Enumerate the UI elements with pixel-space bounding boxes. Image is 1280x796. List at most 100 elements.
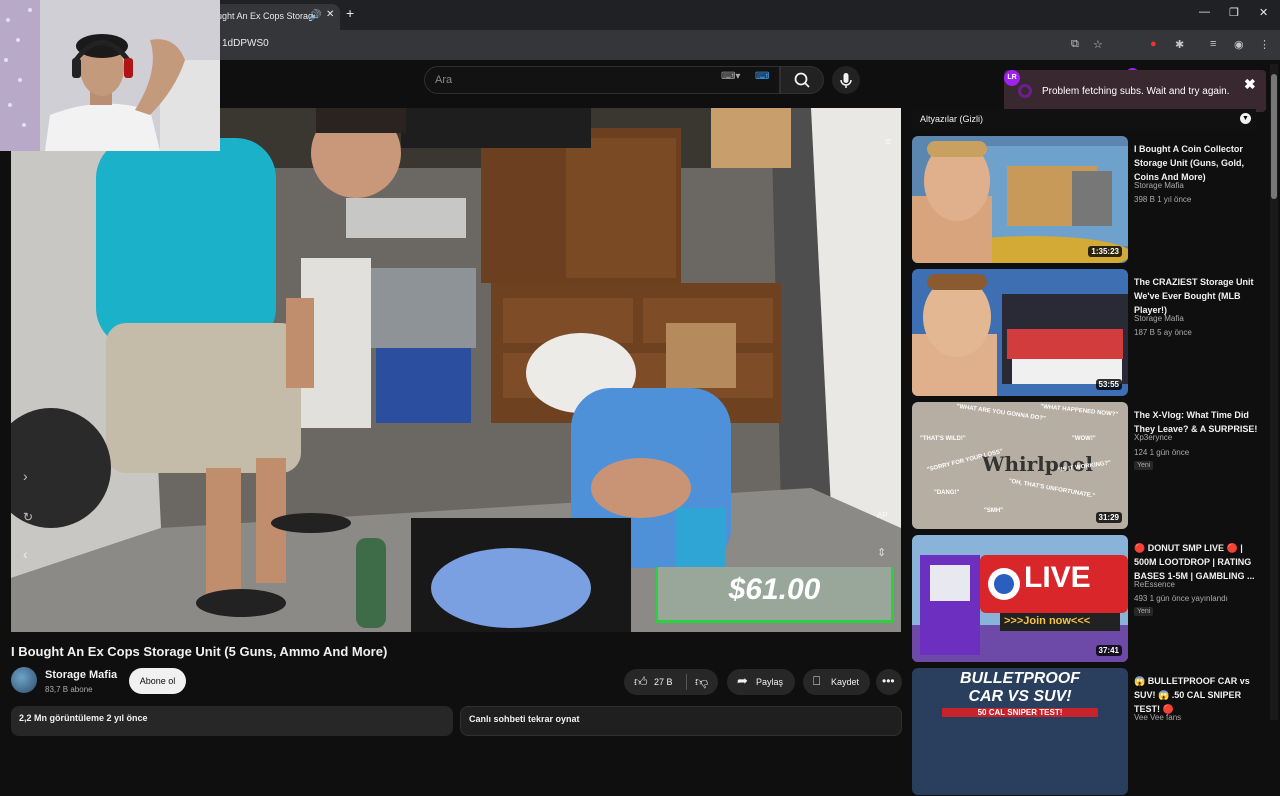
search-icon [794,72,810,88]
subscribe-button[interactable]: Abone ol [129,668,186,694]
next-chevron-icon[interactable]: › [23,468,28,484]
install-app-icon[interactable]: ⧉ [1071,38,1079,51]
subtitles-panel[interactable]: Altyazılar (Gizli) ▼ [912,109,1256,131]
thumb-quote: "WOW!" [1072,436,1096,442]
video-thumbnail[interactable]: 53:55 [912,269,1128,396]
video-player[interactable]: › ↻ ‹ AP ⇕ ≡ [11,108,901,632]
channel-avatar[interactable] [11,667,37,693]
webcam-overlay [0,0,220,151]
thumb-headline: CAR VS SUV! [968,688,1072,705]
recommendation-item[interactable]: Whirlpool "WHAT ARE YOU GONNA DO?" "WHAT… [912,402,1262,530]
watermark-text: AP [877,511,888,520]
chat-replay-label: Canlı sohbeti tekrar oynat [469,714,580,724]
more-dots-icon: ••• [882,674,895,688]
thumb-headline: BULLETPROOF [960,670,1080,687]
toast-message: Problem fetching subs. Wait and try agai… [1042,86,1230,97]
view-stats: 2,2 Mn görüntüleme 2 yıl önce [19,713,148,723]
browser-menu-icon[interactable]: ⋮ [1259,38,1270,51]
video-thumbnail[interactable]: LIVE >>>Join now<<< 37:41 [912,535,1128,662]
new-badge: Yeni [1134,607,1154,616]
browser-tab[interactable]: ught An Ex Cops Storag 🔊 ✕ [205,4,340,30]
recommendation-title[interactable]: 🔴 DONUT SMP LIVE 🔴 | 500M LOOTDROP | RAT… [1134,541,1258,583]
channel-name[interactable]: Storage Mafia [45,669,117,681]
new-tab-button[interactable]: + [346,5,354,21]
share-label: Paylaş [756,677,784,687]
toast-notification: LR Problem fetching subs. Wait and try a… [1004,70,1266,112]
description-box[interactable]: 2,2 Mn görüntüleme 2 yıl önce [11,706,453,736]
webcam-feed [0,0,220,151]
minimize-icon[interactable]: — [1199,6,1210,18]
media-control-icon[interactable]: ≡ [1210,38,1216,50]
video-frame [11,108,901,632]
recommendation-title[interactable]: The X-Vlog: What Time Did They Leave? & … [1134,408,1258,436]
replay-icon[interactable]: ↻ [23,510,33,524]
thumb-quote: "WHAT ARE YOU GONNA DO?" [956,403,1047,423]
recommendation-channel[interactable]: Xp3erynce [1134,433,1172,442]
recommendation-item[interactable]: 53:55 The CRAZIEST Storage Unit We've Ev… [912,269,1262,397]
thumb-quote: "OH, THAT'S UNFORTUNATE." [1008,478,1096,500]
subscriber-count: 83,7 B abone [45,685,93,694]
search-input[interactable]: Ara [435,74,452,86]
playlist-icon[interactable]: ≡ [885,136,891,148]
price-text: $61.00 [728,573,821,606]
bookmark-icon: ⎕ [813,674,821,688]
thumbs-down-icon[interactable]: 👎︎ [695,674,708,690]
restore-icon[interactable]: ❐ [1229,6,1239,19]
recommendation-title[interactable]: 😱 BULLETPROOF CAR vs SUV! 😱 .50 CAL SNIP… [1134,674,1258,716]
thumbs-up-icon[interactable]: 👍︎ [634,674,648,690]
voice-search-button[interactable] [832,66,860,94]
thumbnail-image [912,136,1128,263]
recommendation-title[interactable]: I Bought A Coin Collector Storage Unit (… [1134,142,1258,184]
video-thumbnail[interactable]: BULLETPROOF CAR VS SUV! 50 CAL SNIPER TE… [912,668,1128,795]
chevron-down-icon[interactable]: ▼ [1240,113,1251,124]
thumb-quote: "THAT'S WILD!" [920,436,966,442]
save-button[interactable]: ⎕ Kaydet [803,669,870,695]
video-thumbnail[interactable]: 1:35:23 [912,136,1128,263]
share-button[interactable]: ➦ Paylaş [727,669,795,695]
extensions-puzzle-icon[interactable]: ✱ [1175,38,1184,51]
recommendation-channel[interactable]: Vee Vee fans [1134,713,1181,722]
recommendation-meta: 124 1 gün önce [1134,448,1190,457]
prev-chevron-icon[interactable]: ‹ [23,546,28,562]
extension-red-icon[interactable]: ● [1150,38,1157,50]
recommendation-meta: 187 B 5 ay önce [1134,328,1192,337]
video-duration: 1:35:23 [1088,246,1122,257]
search-box[interactable]: Ara ⌨▾ ⌨ [424,66,780,94]
recommendation-title[interactable]: The CRAZIEST Storage Unit We've Ever Bou… [1134,275,1258,317]
toast-close-icon[interactable]: ✖ [1244,76,1256,93]
recommendation-meta: 398 B 1 yıl önce [1134,195,1192,204]
thumb-quote: "SMH" [984,508,1004,514]
recommendation-channel[interactable]: Storage Mafia [1134,181,1184,190]
new-badge: Yeni [1134,461,1154,470]
page-scrollbar[interactable] [1270,64,1278,720]
extension-logo: LR [1004,70,1020,86]
recommendation-item[interactable]: 1:35:23 I Bought A Coin Collector Storag… [912,136,1262,264]
recommendation-channel[interactable]: Storage Mafia [1134,314,1184,323]
thumbnail-image [912,269,1128,396]
like-count[interactable]: 27 B [654,677,673,687]
like-divider [686,674,687,690]
search-button[interactable] [780,66,824,94]
close-tab-icon[interactable]: ✕ [326,9,334,20]
microphone-icon [840,73,852,88]
keyboard-icon[interactable]: ⌨▾ [721,71,741,89]
recommendation-meta: 493 1 gün önce yayınlandı [1134,594,1228,603]
video-duration: 37:41 [1095,645,1122,656]
recommendation-item[interactable]: LIVE >>>Join now<<< 37:41 🔴 DONUT SMP LI… [912,535,1262,663]
profile-icon[interactable]: ◉ [1234,38,1244,51]
scrollbar-thumb[interactable] [1271,74,1277,199]
more-actions-button[interactable]: ••• [876,669,902,695]
speaker-icon[interactable]: 🔊 [309,10,321,21]
chat-replay-button[interactable]: Canlı sohbeti tekrar oynat [460,706,902,736]
recommendation-item[interactable]: BULLETPROOF CAR VS SUV! 50 CAL SNIPER TE… [912,668,1262,796]
recommendation-channel[interactable]: ReEssence [1134,580,1175,589]
window-close-icon[interactable]: ✕ [1259,6,1268,19]
url-text[interactable]: 1dDPWS0 [222,38,269,49]
bookmark-star-icon[interactable]: ☆ [1093,38,1103,51]
thumbnail-image [912,535,1128,662]
tab-title: ught An Ex Cops Storag [217,11,314,21]
video-thumbnail[interactable]: Whirlpool "WHAT ARE YOU GONNA DO?" "WHAT… [912,402,1128,529]
thumb-quote: "WHAT HAPPENED NOW?" [1039,403,1119,419]
fullscreen-toggle-icon[interactable]: ⇕ [877,546,886,559]
virtual-keyboard-icon[interactable]: ⌨ [755,71,773,89]
